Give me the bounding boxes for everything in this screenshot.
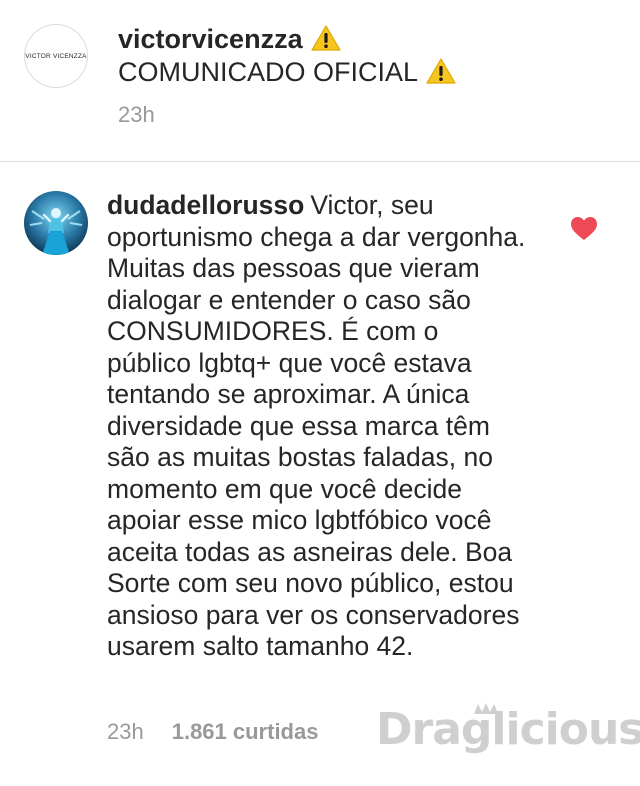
post-caption-text: COMUNICADO OFICIAL: [118, 57, 419, 87]
post-caption-text-row: COMUNICADO OFICIAL: [118, 55, 456, 93]
post-author-username[interactable]: victorvicenzza: [118, 24, 303, 54]
commenter-avatar[interactable]: [24, 191, 88, 255]
post-caption: VICTOR VICENZZA victorvicenzza COMUNICAD…: [0, 0, 640, 162]
heart-icon[interactable]: [571, 217, 597, 246]
watermark-logo: Draglicious: [376, 700, 640, 780]
post-timestamp: 23h: [118, 102, 155, 127]
commenter-username[interactable]: dudadellorusso: [107, 190, 304, 220]
watermark-text: Draglicious: [376, 704, 640, 755]
warning-icon: [426, 57, 456, 93]
comment-meta: 23h 1.861 curtidas: [107, 719, 318, 745]
comment: dudadellorusso Victor, seu oportunismo ch…: [0, 163, 640, 786]
post-author-avatar[interactable]: VICTOR VICENZZA: [24, 24, 88, 88]
comment-body: dudadellorusso Victor, seu oportunismo ch…: [107, 190, 527, 663]
comment-timestamp: 23h: [107, 719, 144, 744]
divider: [0, 161, 640, 162]
comment-likes-count[interactable]: 1.861 curtidas: [172, 719, 319, 744]
avatar-brand-logo: VICTOR VICENZZA: [25, 52, 87, 60]
comment-text: Victor, seu oportunismo chega a dar verg…: [107, 190, 526, 661]
